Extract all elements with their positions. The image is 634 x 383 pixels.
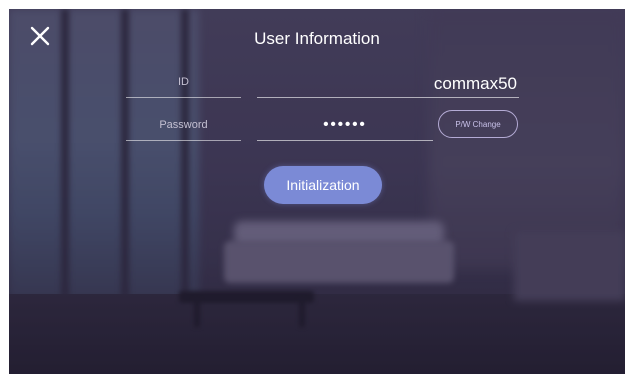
id-label: ID xyxy=(178,76,189,88)
password-field-underline xyxy=(257,140,433,141)
initialization-button[interactable]: Initialization xyxy=(264,166,382,204)
password-label-divider xyxy=(126,140,241,141)
pw-change-button[interactable]: P/W Change xyxy=(438,110,518,138)
user-information-screen: User Information ID commax50 Password ••… xyxy=(9,9,625,374)
page-title: User Information xyxy=(254,29,380,48)
id-field-underline xyxy=(257,97,519,98)
password-label: Password xyxy=(159,119,208,131)
password-value: •••••• xyxy=(323,116,367,133)
id-label-divider xyxy=(126,97,241,98)
pw-change-label: P/W Change xyxy=(455,119,501,129)
id-value: commax50 xyxy=(433,74,517,93)
initialization-label: Initialization xyxy=(286,177,360,193)
